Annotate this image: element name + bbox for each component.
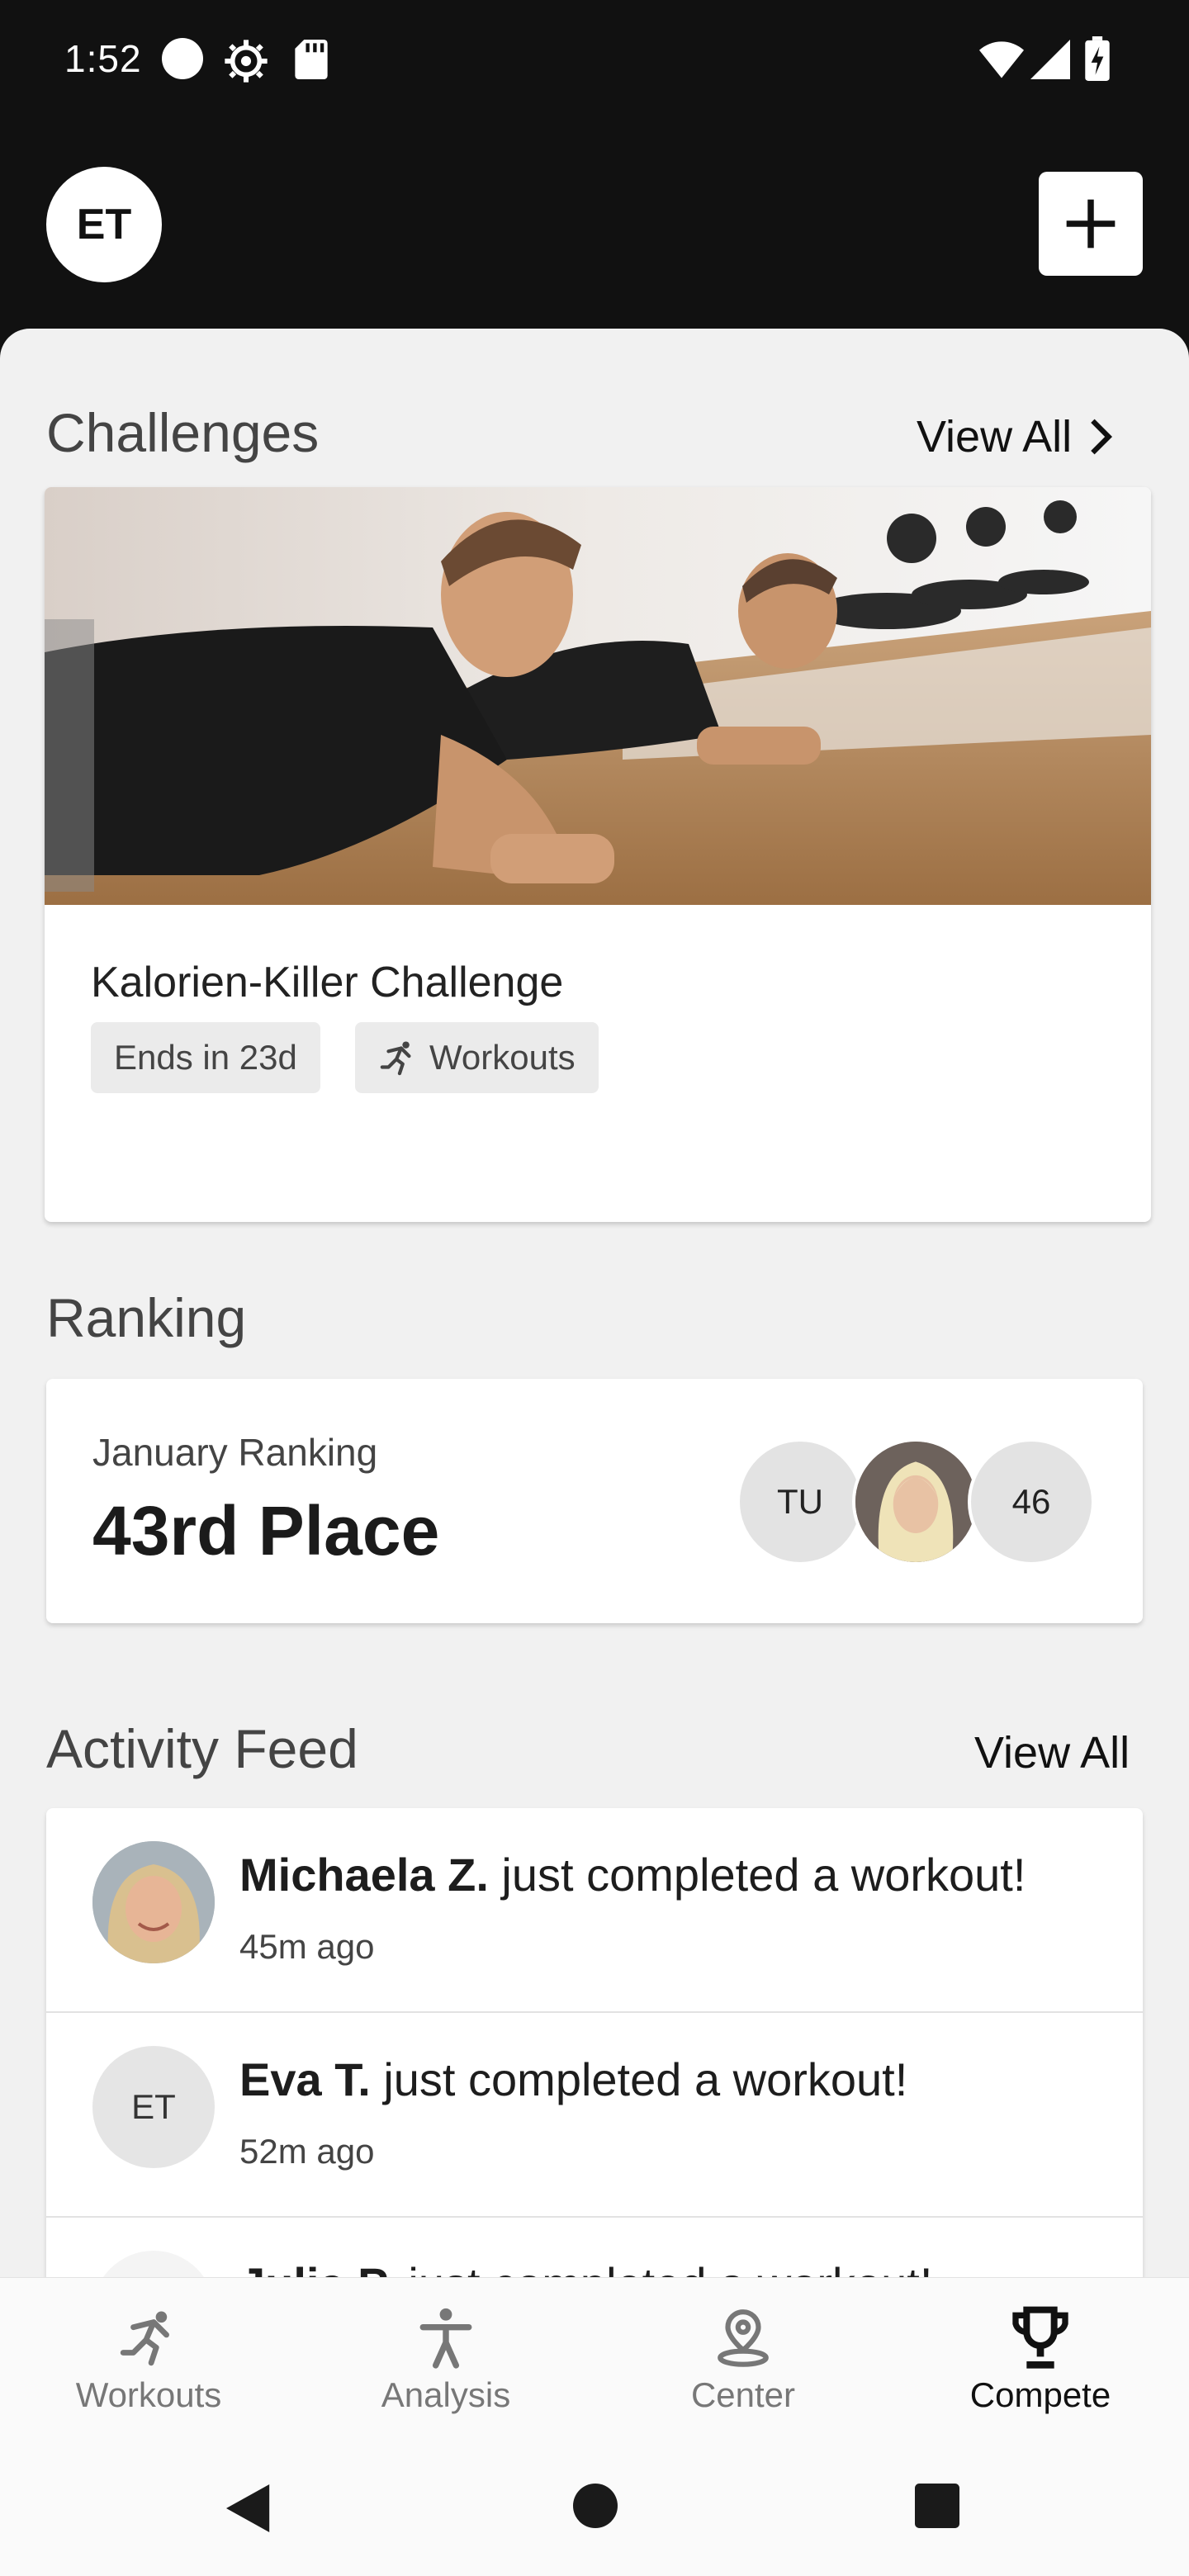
user-photo-illustration (855, 1442, 976, 1562)
system-navigation-bar (0, 2442, 1189, 2576)
feed-text: Julia P. just completed a workout! (239, 2257, 932, 2277)
ends-in-chip: Ends in 23d (91, 1022, 320, 1093)
ranking-subtitle: January Ranking (92, 1431, 378, 1474)
view-all-label: View All (917, 412, 1073, 462)
cell-signal-icon (1030, 40, 1070, 79)
status-time: 1:52 (64, 37, 142, 80)
feed-user-name: Julia P. (239, 2258, 396, 2277)
workouts-chip: Workouts (355, 1022, 599, 1093)
ranking-title: Ranking (46, 1287, 247, 1348)
feed-action: just completed a workout! (488, 1849, 1026, 1901)
user-photo-illustration (92, 1841, 215, 1963)
person-figure-icon (415, 2304, 476, 2370)
feed-avatar-initials: ET (92, 2046, 215, 2168)
profile-avatar[interactable]: ET (46, 167, 162, 282)
feed-text: Eva T. just completed a workout! (239, 2053, 907, 2106)
challenge-title: Kalorien-Killer Challenge (91, 959, 564, 1006)
battery-charging-icon (1085, 36, 1110, 81)
recents-square-icon[interactable] (915, 2484, 959, 2528)
activity-view-all[interactable]: View All (974, 1727, 1130, 1778)
activity-feed-title: Activity Feed (46, 1718, 358, 1779)
add-button[interactable] (1039, 172, 1143, 276)
content-sheet: Challenges View All Kalorien-Killer Chal… (0, 329, 1189, 2277)
challenge-card[interactable]: Kalorien-Killer Challenge Ends in 23d Wo… (45, 487, 1151, 1222)
wifi-icon (979, 41, 1024, 78)
nav-analysis[interactable]: Analysis (297, 2278, 594, 2443)
nav-workouts-label: Workouts (75, 2375, 222, 2414)
running-person-icon (116, 2304, 182, 2370)
feed-action: just completed a workout! (370, 2053, 908, 2105)
running-person-icon (380, 1041, 411, 1076)
challenge-photo-illustration (45, 487, 1151, 905)
feed-avatar-photo (92, 2251, 215, 2277)
nav-center[interactable]: Center (594, 2278, 892, 2443)
nav-workouts[interactable]: Workouts (0, 2278, 297, 2443)
challenge-image (45, 487, 1151, 905)
ranking-card[interactable]: January Ranking 43rd Place TU 46 (46, 1379, 1143, 1623)
challenges-view-all[interactable]: View All (917, 411, 1115, 462)
plus-icon (1066, 199, 1116, 249)
feed-text: Michaela Z. just completed a workout! (239, 1848, 1026, 1901)
feed-action: just completed a workout! (396, 2258, 932, 2277)
feed-item[interactable]: Michaela Z. just completed a workout! 45… (46, 1808, 1143, 2013)
sd-card-icon (295, 40, 328, 79)
user-photo-illustration (92, 2251, 215, 2277)
nav-compete-label: Compete (969, 2375, 1111, 2414)
feed-item[interactable]: ET Eva T. just completed a workout! 52m … (46, 2013, 1143, 2218)
ranking-avatar-photo (852, 1438, 979, 1565)
back-triangle-icon[interactable] (226, 2484, 274, 2533)
activity-feed-list: Michaela Z. just completed a workout! 45… (46, 1808, 1143, 2277)
nav-compete[interactable]: Compete (892, 2278, 1189, 2443)
feed-time: 45m ago (239, 1927, 375, 1966)
ranking-avatar-tu: TU (737, 1438, 864, 1565)
ends-in-label: Ends in 23d (114, 1038, 297, 1077)
workouts-label: Workouts (429, 1038, 576, 1077)
nav-analysis-label: Analysis (381, 2375, 511, 2414)
app-header: ET (0, 119, 1189, 330)
feed-time: 52m ago (239, 2132, 375, 2171)
notification-dot-icon (162, 38, 203, 79)
feed-user-name: Eva T. (239, 2053, 371, 2105)
feed-user-name: Michaela Z. (239, 1849, 489, 1901)
home-circle-icon[interactable] (573, 2484, 618, 2528)
trophy-icon (1007, 2304, 1073, 2370)
nav-center-label: Center (690, 2375, 796, 2414)
ranking-avatar-count: 46 (968, 1438, 1095, 1565)
settings-gear-icon (225, 40, 268, 83)
location-pin-icon (713, 2304, 774, 2370)
chevron-right-icon (1091, 419, 1113, 455)
feed-avatar-photo (92, 1841, 215, 1963)
feed-item[interactable]: Julia P. just completed a workout! (46, 2218, 1143, 2277)
bottom-navigation: Workouts Analysis Center Compete (0, 2277, 1189, 2442)
challenges-title: Challenges (46, 402, 320, 463)
ranking-place: 43rd Place (92, 1492, 440, 1570)
status-bar: 1:52 (0, 0, 1189, 119)
